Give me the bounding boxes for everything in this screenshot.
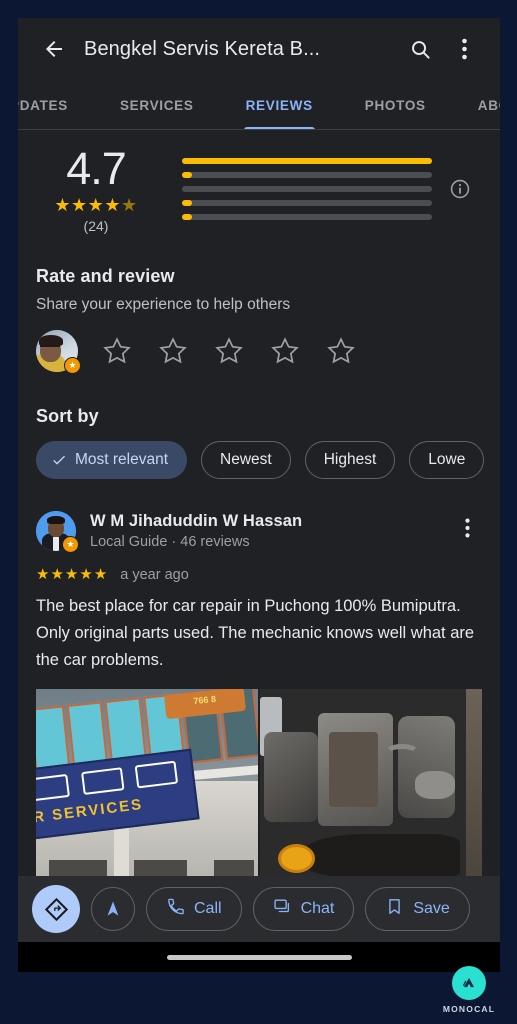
navigation-arrow-icon[interactable]	[91, 887, 135, 931]
review-author-name: W M Jihaduddin W Hassan	[90, 512, 303, 530]
rating-bar-fill	[182, 200, 192, 206]
tab-bar-divider	[18, 129, 500, 130]
current-user-avatar[interactable]: ★	[36, 330, 81, 374]
tab-photos[interactable]: PHOTOS	[339, 80, 452, 130]
info-circle-icon[interactable]	[438, 178, 482, 200]
local-guide-badge: ★	[62, 536, 79, 553]
review-timestamp: a year ago	[120, 566, 189, 583]
tab-label: PDATES	[18, 97, 68, 113]
rating-bar-fill	[182, 214, 192, 220]
review-count: (24)	[83, 218, 109, 234]
star-picker	[102, 336, 356, 366]
tab-label: PHOTOS	[364, 97, 426, 113]
engine-bay-photo[interactable]	[260, 689, 482, 876]
review-photo-strip: 766 8 AR SERVICES	[36, 689, 482, 876]
rating-summary: 4.7 ★★★★★ (24)	[18, 130, 500, 250]
chip-label: Lowe	[428, 451, 466, 468]
bottom-action-bar: Call Chat Save	[18, 876, 500, 942]
rate-star-2[interactable]	[158, 336, 188, 366]
review-author-meta: Local Guide · 46 reviews	[90, 534, 250, 550]
rating-bar-fill	[182, 158, 432, 164]
app-bar: Bengkel Servis Kereta B...	[18, 18, 500, 80]
review-more-vertical-icon[interactable]	[452, 513, 482, 543]
review-star-rating: ★★★★★	[36, 566, 109, 583]
directions-icon[interactable]	[32, 885, 80, 933]
call-label: Call	[194, 900, 222, 917]
rating-score: 4.7	[66, 143, 127, 194]
tab-updates[interactable]: PDATES	[18, 80, 94, 130]
rate-star-picker-row: ★	[36, 330, 482, 374]
tab-label: SERVICES	[119, 97, 194, 113]
tab-label: REVIEWS	[245, 97, 313, 113]
sort-chip-lowest[interactable]: Lowe	[409, 441, 485, 479]
sort-chip-highest[interactable]: Highest	[304, 441, 396, 479]
tab-label: ABOUT	[477, 97, 500, 113]
rate-star-4[interactable]	[270, 336, 300, 366]
rating-bar-1	[182, 214, 432, 220]
review-rating-row: ★★★★★ a year ago	[36, 565, 482, 584]
rating-bar-3	[182, 186, 432, 192]
rating-score-block: 4.7 ★★★★★ (24)	[36, 143, 156, 235]
rating-bar-2	[182, 200, 432, 206]
local-guide-badge: ★	[64, 357, 81, 374]
star-filled: ★	[87, 195, 105, 215]
home-indicator[interactable]	[166, 954, 352, 960]
rating-bar-5	[182, 158, 432, 164]
review-header: ★ W M Jihaduddin W Hassan Local Guide · …	[36, 511, 482, 553]
rate-star-5[interactable]	[326, 336, 356, 366]
chip-label: Most relevant	[75, 451, 169, 468]
review-author-block: W M Jihaduddin W Hassan Local Guide · 46…	[90, 511, 452, 550]
rate-star-1[interactable]	[102, 336, 132, 366]
tab-about[interactable]: ABOUT	[452, 80, 500, 130]
sort-chip-newest[interactable]: Newest	[201, 441, 291, 479]
tab-services[interactable]: SERVICES	[94, 80, 220, 130]
bookmark-icon	[385, 897, 404, 921]
sort-title: Sort by	[36, 406, 99, 426]
check-icon	[51, 452, 67, 468]
call-button[interactable]: Call	[146, 887, 242, 931]
save-button[interactable]: Save	[365, 887, 470, 931]
review-item: ★ W M Jihaduddin W Hassan Local Guide · …	[18, 497, 500, 876]
rate-section-title: Rate and review	[36, 266, 175, 286]
reviews-content: 4.7 ★★★★★ (24) Rate and review Share you…	[18, 130, 500, 876]
rating-star-row: ★★★★★	[36, 195, 156, 216]
avatar[interactable]: ★	[36, 511, 79, 553]
phone-screen: Bengkel Servis Kereta B... PDATES SERVIC…	[18, 18, 500, 972]
rating-bar-4	[182, 172, 432, 178]
save-label: Save	[413, 900, 450, 917]
phone-icon	[166, 897, 185, 921]
rating-histogram	[156, 158, 438, 220]
sort-chip-most-relevant[interactable]: Most relevant	[36, 441, 188, 479]
rate-star-3[interactable]	[214, 336, 244, 366]
shop-front-photo[interactable]: 766 8 AR SERVICES	[36, 689, 258, 876]
shop-sign-text: AR SERVICES	[36, 795, 144, 828]
star-half: ★	[120, 195, 138, 215]
tab-bar: PDATES SERVICES REVIEWS PHOTOS ABOUT	[18, 80, 500, 130]
monocal-watermark: MONOCAL	[435, 966, 503, 1014]
star-filled: ★	[71, 195, 88, 215]
more-vertical-icon[interactable]	[442, 27, 486, 71]
page-title: Bengkel Servis Kereta B...	[84, 37, 321, 60]
chip-label: Highest	[323, 451, 377, 468]
chat-bubble-icon	[273, 897, 292, 921]
back-arrow-icon[interactable]	[32, 27, 76, 71]
tab-reviews[interactable]: REVIEWS	[220, 80, 339, 130]
search-icon[interactable]	[398, 27, 442, 71]
sort-chip-row: Most relevant Newest Highest Lowe	[36, 441, 485, 479]
star-filled: ★	[54, 195, 72, 215]
rate-and-review-section: Rate and review Share your experience to…	[18, 250, 500, 390]
rating-bar-fill	[182, 172, 192, 178]
star-filled: ★	[104, 195, 121, 215]
rate-section-subtitle: Share your experience to help others	[36, 296, 291, 313]
monocal-logo-icon	[452, 966, 486, 1000]
chat-button[interactable]: Chat	[252, 887, 355, 931]
review-text: The best place for car repair in Puchong…	[36, 597, 475, 669]
chat-label: Chat	[300, 900, 335, 917]
sort-section: Sort by Most relevant Newest Highest Low…	[18, 390, 500, 497]
monocal-watermark-text: MONOCAL	[442, 1004, 496, 1014]
gesture-nav-bar	[18, 942, 500, 972]
chip-label: Newest	[220, 451, 272, 468]
